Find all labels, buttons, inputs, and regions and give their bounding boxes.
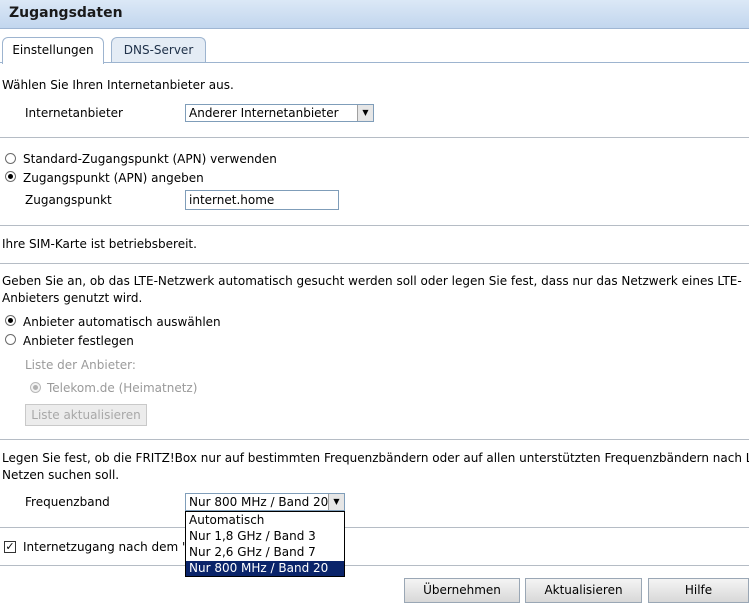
refresh-button[interactable]: Aktualisieren: [525, 578, 642, 603]
title-bar: Zugangsdaten: [0, 0, 749, 29]
frequency-description-line2: Netzen suchen soll.: [2, 468, 120, 482]
divider: [0, 225, 749, 226]
sim-status-text: Ihre SIM-Karte ist betriebsbereit.: [2, 237, 197, 251]
apn-custom-label: Zugangspunkt (APN) angeben: [23, 171, 204, 185]
divider: [0, 439, 749, 440]
internet-access-label: Internetzugang nach dem "Ü: [23, 540, 197, 554]
tab-einstellungen[interactable]: Einstellungen: [2, 37, 104, 64]
tab-bar: Einstellungen DNS-Server: [0, 37, 749, 64]
lte-description-line2: Anbieters genutzt wird.: [2, 291, 143, 305]
apn-standard-radio[interactable]: [5, 153, 16, 164]
divider: [0, 527, 749, 528]
frequency-select[interactable]: Nur 800 MHz / Band 20 ▼: [185, 493, 345, 511]
frequency-option[interactable]: Automatisch: [186, 513, 344, 528]
chevron-down-icon[interactable]: ▼: [328, 494, 344, 510]
refresh-list-button: Liste aktualisieren: [25, 404, 147, 426]
provider-label: Internetanbieter: [25, 106, 123, 120]
lte-description-line1: Geben Sie an, ob das LTE-Netzwerk automa…: [2, 274, 742, 288]
apn-custom-radio[interactable]: [5, 171, 16, 182]
provider-select[interactable]: Anderer Internetanbieter ▼: [185, 104, 374, 122]
apply-button[interactable]: Übernehmen: [404, 578, 520, 603]
provider-list-radio: [30, 382, 41, 393]
apn-field-label: Zugangspunkt: [25, 193, 112, 207]
frequency-option-selected[interactable]: Nur 800 MHz / Band 20: [186, 561, 344, 576]
apn-standard-label: Standard-Zugangspunkt (APN) verwenden: [23, 152, 277, 166]
provider-select-value: Anderer Internetanbieter: [189, 106, 339, 120]
lte-auto-label: Anbieter automatisch auswählen: [23, 315, 221, 329]
divider: [0, 263, 749, 264]
frequency-select-value: Nur 800 MHz / Band 20: [189, 495, 329, 509]
frequency-label: Frequenzband: [25, 495, 110, 509]
lte-fixed-radio[interactable]: [5, 334, 16, 345]
apn-input[interactable]: internet.home: [185, 190, 339, 210]
page-title: Zugangsdaten: [9, 5, 123, 21]
lte-auto-radio[interactable]: [5, 315, 16, 326]
chevron-down-icon[interactable]: ▼: [357, 105, 373, 121]
provider-list-item: Telekom.de (Heimatnetz): [47, 381, 198, 395]
frequency-dropdown-list: Automatisch Nur 1,8 GHz / Band 3 Nur 2,6…: [185, 511, 345, 577]
provider-list-label: Liste der Anbieter:: [25, 358, 136, 372]
lte-fixed-label: Anbieter festlegen: [23, 334, 134, 348]
tab-dns-server[interactable]: DNS-Server: [111, 37, 206, 63]
frequency-description-line1: Legen Sie fest, ob die FRITZ!Box nur auf…: [2, 451, 749, 465]
divider: [0, 137, 749, 138]
tab-divider: [0, 62, 749, 63]
divider: [0, 565, 749, 566]
provider-intro: Wählen Sie Ihren Internetanbieter aus.: [2, 78, 234, 92]
frequency-option[interactable]: Nur 2,6 GHz / Band 7: [186, 545, 344, 560]
internet-access-checkbox[interactable]: ✓: [4, 541, 16, 553]
frequency-option[interactable]: Nur 1,8 GHz / Band 3: [186, 529, 344, 544]
help-button[interactable]: Hilfe: [648, 578, 749, 603]
